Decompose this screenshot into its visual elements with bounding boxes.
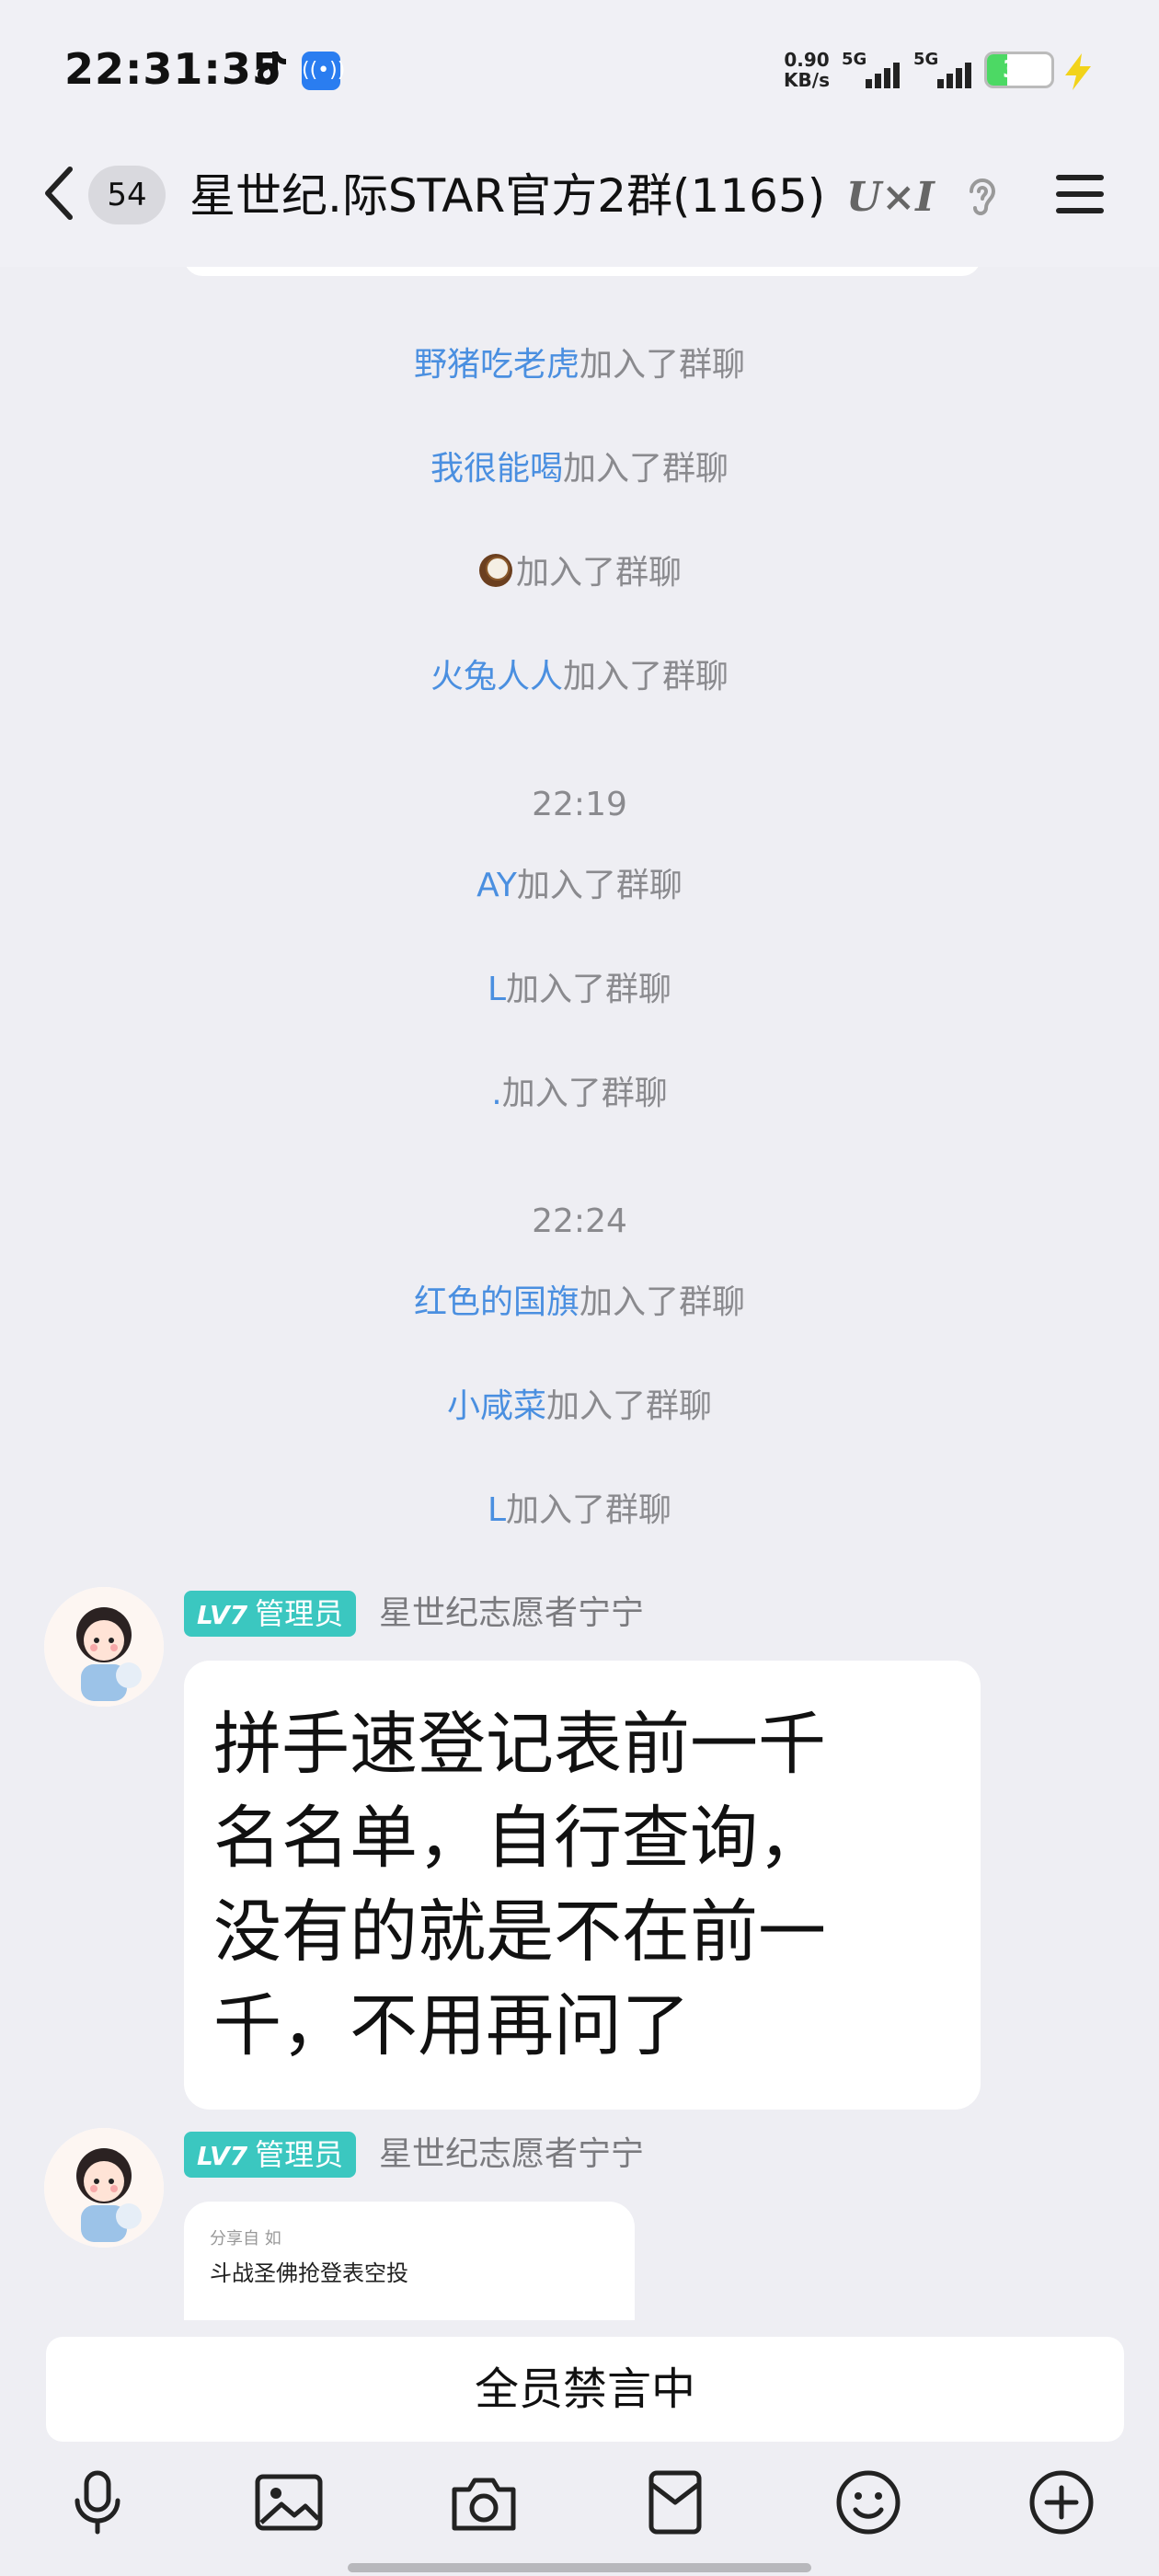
system-join-notice: L加入了群聊 — [0, 967, 1159, 1013]
battery-level: 32 — [1002, 56, 1037, 84]
input-toolbar — [0, 2466, 1159, 2576]
member-name-link[interactable]: AY — [476, 867, 517, 904]
red-packet-icon[interactable] — [638, 2466, 712, 2539]
charging-icon — [1065, 53, 1091, 90]
ear-icon[interactable] — [962, 173, 1003, 221]
sender-name[interactable]: 星世纪志愿者宁宁 — [379, 1591, 644, 1637]
timestamp: 22:24 — [532, 1202, 627, 1240]
group-title[interactable]: 星世纪.际STAR官方2群(1165) — [189, 164, 852, 228]
join-text: 加入了群聊 — [580, 346, 746, 384]
previous-message-bubble — [184, 267, 981, 276]
message-line: 千，不用再问了 — [213, 1986, 690, 2065]
shared-doc-card[interactable]: 分享自 如 斗战圣佛抢登表空投 — [184, 2202, 635, 2320]
member-name-link[interactable]: 我很能喝 — [430, 450, 563, 488]
system-join-notice: 我很能喝加入了群聊 — [0, 446, 1159, 492]
avatar-image — [44, 2128, 164, 2248]
chat-message: LV7 管理员 星世纪志愿者宁宁 分享自 如 斗战圣佛抢登表空投 — [0, 2128, 1159, 2320]
system-join-notice: 野猪吃老虎加入了群聊 — [0, 342, 1159, 388]
message-line: 拼手速登记表前一千 — [213, 1705, 826, 1784]
avatar[interactable] — [44, 2128, 164, 2248]
message-bubble[interactable]: 拼手速登记表前一千 名名单，自行查询， 没有的就是不在前一 千，不用再问了 — [184, 1661, 981, 2110]
level-role-tag: LV7 管理员 — [184, 2132, 357, 2178]
member-name-link[interactable]: 火兔人人 — [430, 658, 563, 696]
message-line: 名名单，自行查询， — [213, 1799, 826, 1878]
signal-sim2-icon: 5G — [913, 50, 987, 92]
unread-count-badge[interactable]: 54 — [88, 166, 166, 224]
microphone-icon[interactable] — [61, 2466, 134, 2539]
group-level-badge[interactable]: U×I — [846, 173, 947, 223]
join-text: 加入了群聊 — [506, 1491, 672, 1529]
join-text: 加入了群聊 — [546, 1387, 713, 1425]
camera-icon[interactable] — [447, 2466, 521, 2539]
system-join-notice: AY加入了群聊 — [0, 863, 1159, 909]
member-name-link[interactable]: 小咸菜 — [447, 1387, 546, 1425]
status-bar: 22:31:35 ((•)) 0.90 KB/s 5G 5G 32 — [0, 0, 1159, 138]
coconut-icon[interactable] — [477, 552, 514, 589]
plus-icon[interactable] — [1025, 2466, 1098, 2539]
system-join-notice: 红色的国旗加入了群聊 — [0, 1280, 1159, 1326]
timestamp: 22:19 — [532, 786, 627, 823]
join-text: 加入了群聊 — [563, 658, 729, 696]
join-text: 加入了群聊 — [506, 971, 672, 1008]
signal-sim1-icon: 5G — [842, 50, 915, 92]
member-name-link[interactable]: 红色的国旗 — [414, 1283, 580, 1321]
system-join-notice: 小咸菜加入了群聊 — [0, 1384, 1159, 1430]
message-line: 没有的就是不在前一 — [213, 1892, 826, 1972]
system-join-notice: .加入了群聊 — [0, 1071, 1159, 1117]
net-speed: 0.90 KB/s — [777, 50, 836, 90]
image-icon[interactable] — [252, 2466, 326, 2539]
member-name-link[interactable]: . — [491, 1075, 501, 1112]
system-join-notice: 火兔人人加入了群聊 — [0, 654, 1159, 700]
role-text: 管理员 — [255, 1596, 344, 1631]
level-text: LV7 — [197, 1600, 248, 1630]
chevron-left-icon[interactable] — [40, 164, 77, 223]
avatar-image — [44, 1587, 164, 1707]
join-text: 加入了群聊 — [515, 554, 682, 592]
tiktok-icon — [258, 52, 286, 85]
battery-icon: 32 — [984, 52, 1054, 88]
menu-icon[interactable] — [1054, 173, 1106, 215]
system-join-notice: L加入了群聊 — [0, 1488, 1159, 1534]
join-text: 加入了群聊 — [516, 867, 683, 904]
level-role-tag: LV7 管理员 — [184, 1591, 357, 1637]
home-indicator[interactable] — [348, 2563, 811, 2572]
role-text: 管理员 — [255, 2137, 344, 2172]
join-text: 加入了群聊 — [563, 450, 729, 488]
join-text: 加入了群聊 — [501, 1075, 668, 1112]
emoji-icon[interactable] — [832, 2466, 905, 2539]
hotspot-icon: ((•)) — [302, 52, 345, 90]
net-speed-value: 0.90 — [784, 49, 830, 71]
net-speed-unit: KB/s — [784, 69, 830, 91]
member-name-link[interactable]: 野猪吃老虎 — [414, 346, 580, 384]
card-source: 分享自 如 — [210, 2229, 281, 2248]
muted-notice: 全员禁言中 — [46, 2337, 1124, 2442]
join-text: 加入了群聊 — [580, 1283, 746, 1321]
sender-name[interactable]: 星世纪志愿者宁宁 — [379, 2132, 644, 2178]
card-title: 斗战圣佛抢登表空投 — [210, 2260, 408, 2286]
system-join-notice: 加入了群聊 — [0, 550, 1159, 596]
member-name-link[interactable]: L — [488, 971, 506, 1008]
member-name-link[interactable]: L — [488, 1491, 506, 1529]
level-text: LV7 — [197, 2141, 248, 2171]
sim2-label: 5G — [913, 50, 939, 69]
sim1-label: 5G — [842, 50, 867, 69]
chat-message: LV7 管理员 星世纪志愿者宁宁 拼手速登记表前一千 名名单，自行查询， 没有的就… — [0, 1587, 1159, 2110]
chat-area[interactable]: 野猪吃老虎加入了群聊 我很能喝加入了群聊 加入了群聊 火兔人人加入了群聊 22:… — [0, 267, 1159, 2320]
avatar[interactable] — [44, 1587, 164, 1707]
